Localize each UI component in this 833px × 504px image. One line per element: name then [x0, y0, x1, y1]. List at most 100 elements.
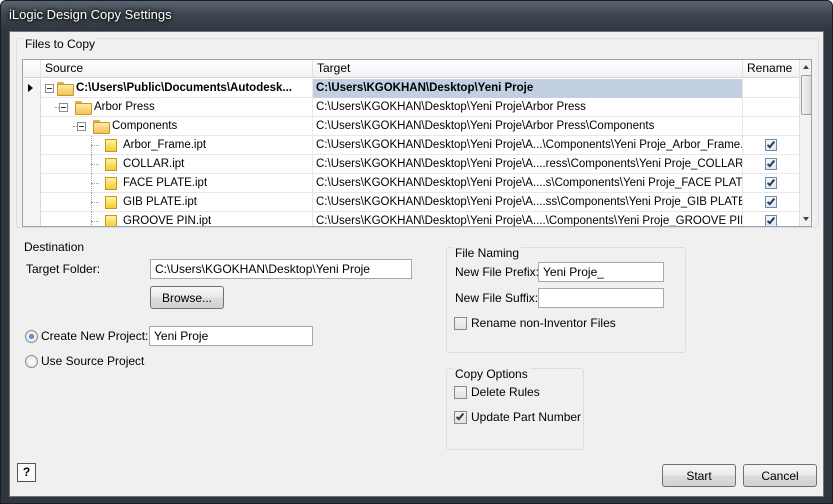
- row-header[interactable]: [23, 174, 41, 193]
- source-cell[interactable]: Arbor Press: [41, 98, 313, 117]
- source-name: Arbor Press: [94, 101, 155, 113]
- part-file-icon: [105, 215, 117, 226]
- target-cell[interactable]: C:\Users\KGOKHAN\Desktop\Yeni Proje\Arbo…: [313, 117, 743, 136]
- new-file-prefix-input[interactable]: Yeni Proje_: [538, 262, 664, 282]
- files-grid[interactable]: Source Target Rename C:\Users\Public\Doc…: [22, 59, 812, 227]
- row-header[interactable]: [23, 193, 41, 212]
- rename-non-inventor-checkbox[interactable]: [454, 317, 467, 330]
- rename-checkbox[interactable]: [765, 177, 777, 189]
- folder-icon: [75, 101, 92, 115]
- rename-checkbox[interactable]: [765, 158, 777, 170]
- use-source-project-radio[interactable]: [25, 355, 38, 368]
- copy-options-group: Copy Options Delete Rules Update Part Nu…: [446, 367, 584, 450]
- rename-non-inventor-label[interactable]: Rename non-Inventor Files: [471, 316, 616, 330]
- tree-line: [91, 145, 99, 146]
- files-to-copy-group: Files to Copy Source Target Rename C:\Us…: [16, 37, 819, 228]
- tree-line: [91, 155, 92, 174]
- table-row[interactable]: C:\Users\Public\Documents\Autodesk... C:\…: [23, 79, 799, 98]
- table-row[interactable]: FACE PLATE.ipt C:\Users\KGOKHAN\Desktop\Y…: [23, 174, 799, 193]
- source-name: GIB PLATE.ipt: [123, 196, 197, 208]
- tree-line: [91, 202, 99, 203]
- table-row[interactable]: GIB PLATE.ipt C:\Users\KGOKHAN\Desktop\Ye…: [23, 193, 799, 212]
- target-folder-input[interactable]: C:\Users\KGOKHAN\Desktop\Yeni Proje: [150, 259, 412, 279]
- collapse-minus-icon[interactable]: [45, 84, 54, 93]
- source-cell[interactable]: COLLAR.ipt: [41, 155, 313, 174]
- table-row[interactable]: Arbor_Frame.ipt C:\Users\KGOKHAN\Desktop\…: [23, 136, 799, 155]
- tree-line: [91, 183, 99, 184]
- part-file-icon: [105, 158, 117, 171]
- source-cell[interactable]: FACE PLATE.ipt: [41, 174, 313, 193]
- rename-checkbox[interactable]: [765, 139, 777, 151]
- rename-cell: [743, 117, 799, 136]
- column-header-target[interactable]: Target: [313, 60, 743, 78]
- row-header[interactable]: [23, 117, 41, 136]
- source-name: COLLAR.ipt: [123, 158, 185, 170]
- checkmark-icon: [766, 158, 776, 168]
- rename-checkbox[interactable]: [765, 215, 777, 226]
- collapse-minus-icon[interactable]: [59, 103, 68, 112]
- table-row[interactable]: GROOVE PIN.ipt C:\Users\KGOKHAN\Desktop\Y…: [23, 212, 799, 227]
- window-title: iLogic Design Copy Settings: [9, 7, 172, 22]
- new-project-name-input[interactable]: Yeni Proje: [149, 326, 313, 346]
- update-part-number-label[interactable]: Update Part Number: [471, 410, 581, 424]
- target-cell[interactable]: C:\Users\KGOKHAN\Desktop\Yeni Proje\A...…: [313, 155, 743, 174]
- table-row[interactable]: Arbor Press C:\Users\KGOKHAN\Desktop\Yeni…: [23, 98, 799, 117]
- delete-rules-checkbox[interactable]: [454, 386, 467, 399]
- new-file-prefix-label: New File Prefix:: [455, 265, 540, 279]
- title-bar[interactable]: iLogic Design Copy Settings: [1, 1, 832, 31]
- file-naming-group: File Naming New File Prefix: Yeni Proje_…: [446, 246, 686, 353]
- scroll-down-arrow-icon[interactable]: [800, 212, 811, 226]
- target-cell[interactable]: C:\Users\KGOKHAN\Desktop\Yeni Proje\Arbo…: [313, 98, 743, 117]
- collapse-minus-icon[interactable]: [77, 122, 86, 131]
- source-cell[interactable]: Arbor_Frame.ipt: [41, 136, 313, 155]
- grid-vertical-scrollbar[interactable]: [799, 60, 811, 226]
- source-name: FACE PLATE.ipt: [123, 177, 208, 189]
- source-name: Arbor_Frame.ipt: [123, 139, 207, 151]
- cancel-button[interactable]: Cancel: [743, 464, 817, 487]
- row-header[interactable]: [23, 212, 41, 226]
- source-cell[interactable]: C:\Users\Public\Documents\Autodesk...: [41, 79, 313, 98]
- files-to-copy-label: Files to Copy: [23, 37, 98, 51]
- new-file-suffix-label: New File Suffix:: [455, 291, 539, 305]
- start-button[interactable]: Start: [662, 464, 736, 487]
- dialog-window: iLogic Design Copy Settings Files to Cop…: [0, 0, 833, 504]
- scroll-thumb[interactable]: [801, 75, 811, 115]
- row-header[interactable]: [23, 79, 41, 98]
- part-file-icon: [105, 196, 117, 209]
- column-header-source[interactable]: Source: [41, 60, 313, 78]
- target-cell[interactable]: C:\Users\KGOKHAN\Desktop\Yeni Proje: [313, 79, 743, 98]
- tree-line: [91, 212, 92, 226]
- table-row[interactable]: Components C:\Users\KGOKHAN\Desktop\Yeni …: [23, 117, 799, 136]
- source-cell[interactable]: GROOVE PIN.ipt: [41, 212, 313, 227]
- column-header-rename[interactable]: Rename: [743, 60, 799, 78]
- browse-button[interactable]: Browse...: [150, 286, 224, 309]
- rename-cell: [743, 79, 799, 98]
- rename-cell: [743, 155, 799, 174]
- destination-label: Destination: [22, 240, 87, 254]
- scroll-up-arrow-icon[interactable]: [800, 60, 811, 74]
- row-header[interactable]: [23, 98, 41, 117]
- new-file-suffix-input[interactable]: [538, 288, 664, 308]
- create-new-project-label[interactable]: Create New Project:: [41, 329, 148, 343]
- tree-line: [91, 221, 99, 222]
- row-header[interactable]: [23, 136, 41, 155]
- row-header[interactable]: [23, 155, 41, 174]
- destination-group: Destination Target Folder: C:\Users\KGOK…: [16, 240, 436, 468]
- copy-options-label: Copy Options: [453, 367, 530, 381]
- target-cell[interactable]: C:\Users\KGOKHAN\Desktop\Yeni Proje\A...…: [313, 136, 743, 155]
- create-new-project-radio[interactable]: [25, 330, 38, 343]
- target-cell[interactable]: C:\Users\KGOKHAN\Desktop\Yeni Proje\A...…: [313, 212, 743, 226]
- current-row-arrow-icon: [28, 84, 33, 92]
- source-cell[interactable]: GIB PLATE.ipt: [41, 193, 313, 212]
- source-cell[interactable]: Components: [41, 117, 313, 136]
- delete-rules-label[interactable]: Delete Rules: [471, 385, 540, 399]
- rename-cell: [743, 136, 799, 155]
- target-cell[interactable]: C:\Users\KGOKHAN\Desktop\Yeni Proje\A...…: [313, 193, 743, 212]
- help-button[interactable]: ?: [17, 463, 36, 482]
- rename-checkbox[interactable]: [765, 196, 777, 208]
- source-name: GROOVE PIN.ipt: [123, 215, 212, 227]
- table-row[interactable]: COLLAR.ipt C:\Users\KGOKHAN\Desktop\Yeni …: [23, 155, 799, 174]
- target-cell[interactable]: C:\Users\KGOKHAN\Desktop\Yeni Proje\A...…: [313, 174, 743, 193]
- use-source-project-label[interactable]: Use Source Project: [41, 354, 144, 368]
- update-part-number-checkbox[interactable]: [454, 411, 467, 424]
